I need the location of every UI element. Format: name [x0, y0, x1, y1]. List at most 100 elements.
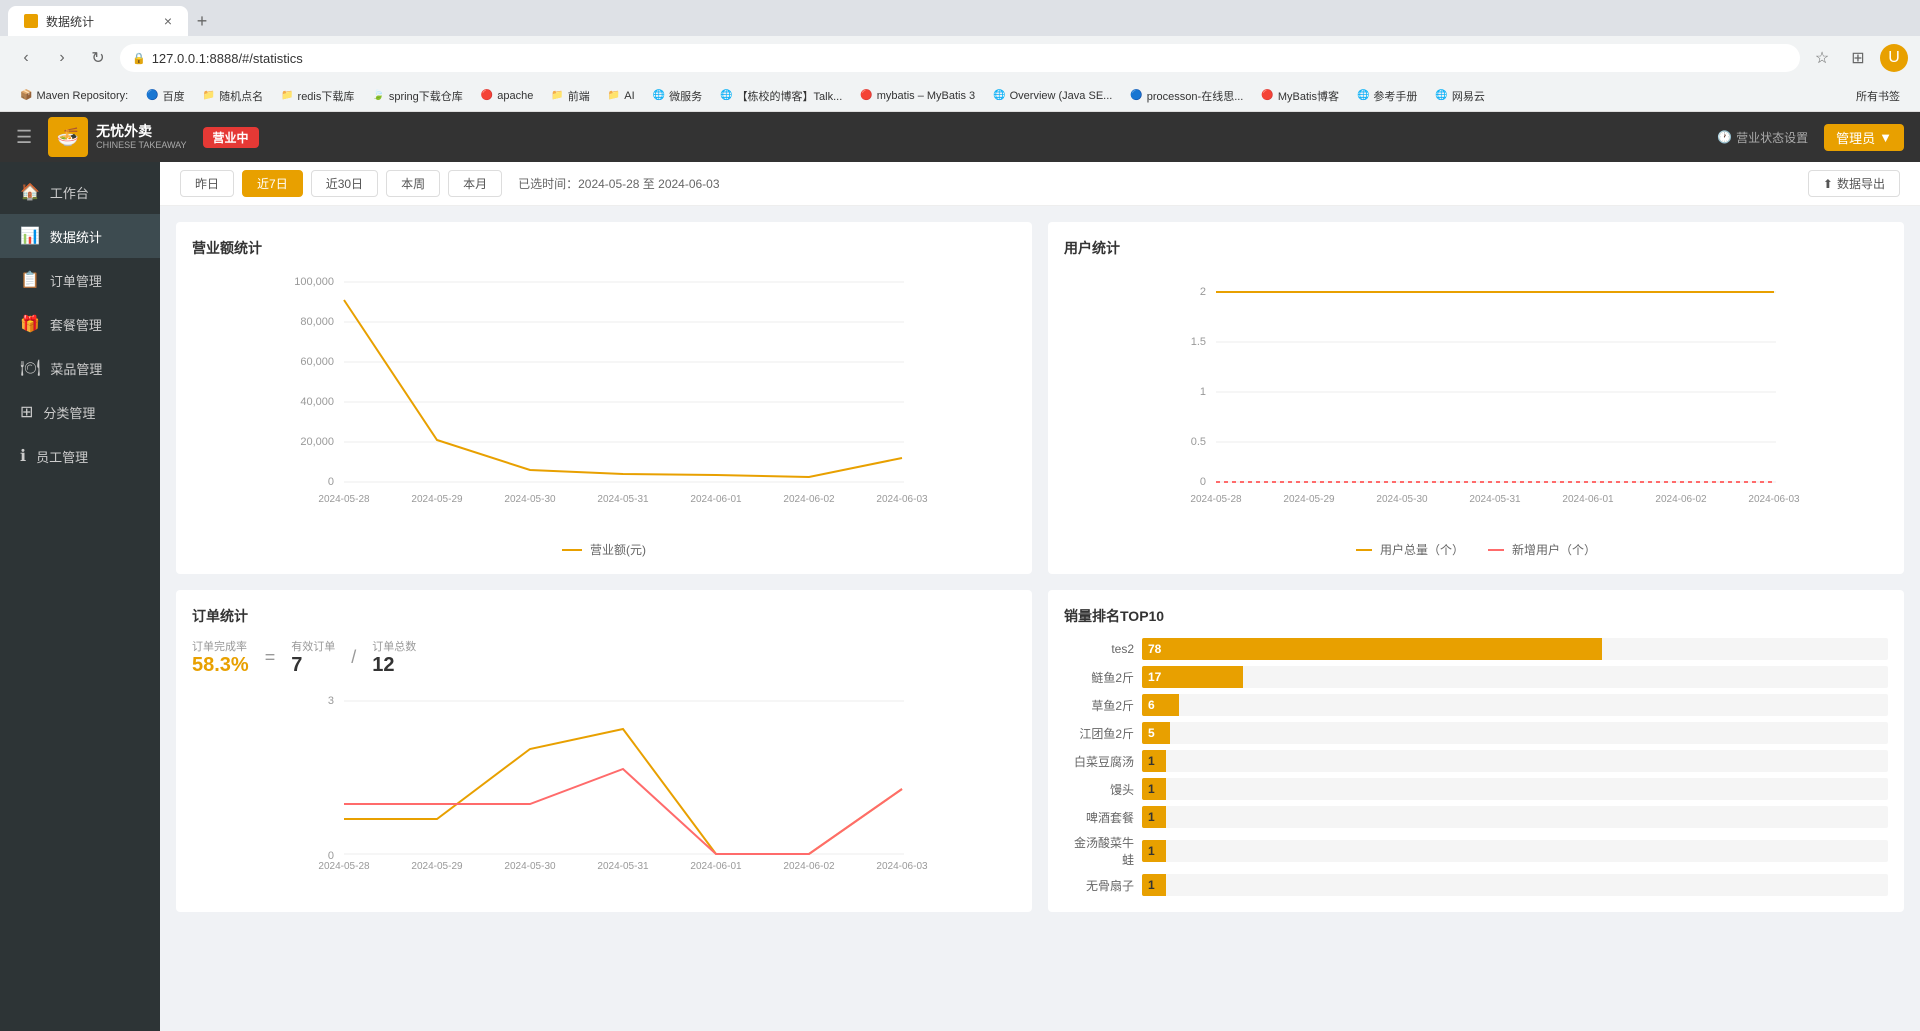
valid-order-stat: 有效订单 7: [291, 638, 335, 677]
bookmark-microservice[interactable]: 🌐 微服务: [645, 86, 710, 106]
account-button[interactable]: U: [1880, 44, 1908, 72]
bookmark-mybatis[interactable]: 🔴 mybatis – MyBatis 3: [852, 88, 983, 104]
bookmark-ai[interactable]: 📁 AI: [600, 88, 643, 104]
svg-text:2024-06-03: 2024-06-03: [1748, 494, 1800, 505]
bookmark-microservice-label: 微服务: [669, 88, 702, 104]
status-setting-button[interactable]: 🕐 营业状态设置: [1717, 129, 1808, 146]
bookmark-maven[interactable]: 📦 Maven Repository:: [12, 88, 136, 104]
employees-icon: ℹ: [20, 446, 26, 466]
ranking-bar-container: 1: [1142, 806, 1888, 828]
bookmark-netease-label: 网易云: [1452, 88, 1485, 104]
user-menu-button[interactable]: 管理员 ▼: [1824, 124, 1904, 151]
app-logo: 🍜 无忧外卖 CHINESE TAKEAWAY: [48, 117, 186, 157]
completion-rate-stat: 订单完成率 58.3%: [192, 638, 249, 677]
export-icon: ⬆: [1823, 177, 1833, 191]
reload-button[interactable]: ↻: [84, 44, 112, 72]
sidebar-item-orders-label: 订单管理: [50, 271, 102, 290]
sidebar-item-employees[interactable]: ℹ 员工管理: [0, 434, 160, 478]
revenue-chart-legend: 营业额(元): [192, 541, 1016, 558]
bookmark-spring[interactable]: 🍃 spring下载仓库: [364, 86, 470, 106]
username-text: 管理员: [1836, 128, 1875, 147]
sidebar-item-categories-label: 分类管理: [43, 403, 95, 422]
bookmark-baidu[interactable]: 🔵 百度: [138, 86, 192, 106]
bookmark-maven-label: Maven Repository:: [36, 90, 128, 102]
packages-icon: 🎁: [20, 314, 40, 334]
completion-rate-label: 订单完成率: [192, 638, 249, 654]
user-chart-panel: 用户统计 2 1.5 1 0.5 0: [1048, 222, 1904, 574]
svg-text:2024-06-01: 2024-06-01: [690, 861, 742, 872]
logo-name: 无忧外卖: [96, 123, 186, 140]
bookmark-random[interactable]: 📁 随机点名: [195, 86, 271, 106]
ranking-count: 1: [1148, 810, 1155, 824]
bookmark-frontend[interactable]: 📁 前端: [543, 86, 597, 106]
svg-text:1.5: 1.5: [1191, 336, 1206, 348]
bookmark-star[interactable]: ☆: [1808, 44, 1836, 72]
sidebar-item-packages[interactable]: 🎁 套餐管理: [0, 302, 160, 346]
bookmark-mybatis2[interactable]: 🔴 MyBatis博客: [1253, 86, 1347, 106]
svg-text:2024-06-02: 2024-06-02: [783, 861, 835, 872]
sidebar-item-statistics[interactable]: 📊 数据统计: [0, 214, 160, 258]
time-btn-30days[interactable]: 近30日: [311, 170, 378, 197]
ranking-chart-panel: 销量排名TOP10 tes2 78 鲢鱼2斤 17 草鱼2斤 6: [1048, 590, 1904, 912]
export-button[interactable]: ⬆ 数据导出: [1808, 170, 1900, 197]
time-btn-yesterday[interactable]: 昨日: [180, 170, 234, 197]
tab-favicon: [24, 14, 38, 28]
all-bookmarks[interactable]: 所有书签: [1848, 86, 1908, 106]
valid-order-value: 7: [291, 654, 335, 677]
categories-icon: ⊞: [20, 402, 33, 422]
ranking-item-name: 馒头: [1064, 781, 1134, 798]
ranking-count: 17: [1148, 670, 1161, 684]
bookmark-frontend-label: 前端: [568, 88, 590, 104]
sidebar-item-dishes[interactable]: 🍽 菜品管理: [0, 346, 160, 390]
ranking-list-item: 江团鱼2斤 5: [1064, 722, 1888, 744]
address-bar[interactable]: 🔒 127.0.0.1:8888/#/statistics: [120, 44, 1800, 72]
svg-text:2024-05-30: 2024-05-30: [1376, 494, 1428, 505]
back-button[interactable]: ‹: [12, 44, 40, 72]
user-chart-legend: 用户总量（个） 新增用户（个）: [1064, 541, 1888, 558]
ranking-bar: [1142, 722, 1170, 744]
svg-text:2024-06-03: 2024-06-03: [876, 861, 928, 872]
extensions-button[interactable]: ⊞: [1844, 44, 1872, 72]
bookmark-java[interactable]: 🌐 Overview (Java SE...: [985, 88, 1120, 104]
ranking-count: 1: [1148, 782, 1155, 796]
total-order-label: 订单总数: [372, 638, 416, 654]
svg-text:0.5: 0.5: [1191, 436, 1206, 448]
sidebar-item-orders[interactable]: 📋 订单管理: [0, 258, 160, 302]
ranking-count: 78: [1148, 642, 1161, 656]
active-tab[interactable]: 数据统计 ×: [8, 6, 188, 36]
all-bookmarks-label: 所有书签: [1856, 88, 1900, 104]
time-btn-week[interactable]: 本周: [386, 170, 440, 197]
bookmark-apache[interactable]: 🔴 apache: [473, 88, 542, 104]
forward-button[interactable]: ›: [48, 44, 76, 72]
bookmark-spring-label: spring下载仓库: [389, 88, 463, 104]
svg-text:2024-05-31: 2024-05-31: [1469, 494, 1521, 505]
sidebar-item-categories[interactable]: ⊞ 分类管理: [0, 390, 160, 434]
header-right: 🕐 营业状态设置 管理员 ▼: [1717, 124, 1904, 151]
user-chart-svg: 2 1.5 1 0.5 0: [1064, 270, 1888, 530]
ranking-bar-container: 1: [1142, 840, 1888, 862]
status-badge: 营业中: [203, 127, 259, 148]
bookmark-blog[interactable]: 🌐 【栋校的博客】Talk...: [712, 86, 850, 106]
browser-controls: ‹ › ↻ 🔒 127.0.0.1:8888/#/statistics ☆ ⊞ …: [0, 36, 1920, 80]
ranking-bar-container: 1: [1142, 750, 1888, 772]
tab-close-button[interactable]: ×: [164, 13, 172, 29]
bookmark-processon-label: processon-在线思...: [1147, 88, 1244, 104]
ranking-list-item: 草鱼2斤 6: [1064, 694, 1888, 716]
bookmark-processon[interactable]: 🔵 processon-在线思...: [1122, 86, 1251, 106]
order-chart-svg: 3 0 2024-05-28 2024-05-29 2024-05-30 202…: [192, 689, 1016, 874]
new-tab-button[interactable]: +: [188, 7, 216, 35]
time-btn-month[interactable]: 本月: [448, 170, 502, 197]
bookmark-redis-label: redis下载库: [298, 88, 355, 104]
bookmark-netease[interactable]: 🌐 网易云: [1427, 86, 1492, 106]
revenue-legend-line: [562, 549, 582, 551]
bookmark-ref[interactable]: 🌐 参考手册: [1349, 86, 1425, 106]
svg-text:2024-06-01: 2024-06-01: [690, 494, 742, 505]
menu-toggle-button[interactable]: ☰: [16, 127, 32, 148]
svg-text:2024-06-02: 2024-06-02: [1655, 494, 1707, 505]
svg-text:1: 1: [1200, 386, 1206, 398]
bookmark-redis[interactable]: 📁 redis下载库: [273, 86, 362, 106]
user-arrow-icon: ▼: [1879, 130, 1892, 145]
status-setting-label: 营业状态设置: [1736, 129, 1808, 146]
sidebar-item-workbench[interactable]: 🏠 工作台: [0, 170, 160, 214]
time-btn-7days[interactable]: 近7日: [242, 170, 303, 197]
